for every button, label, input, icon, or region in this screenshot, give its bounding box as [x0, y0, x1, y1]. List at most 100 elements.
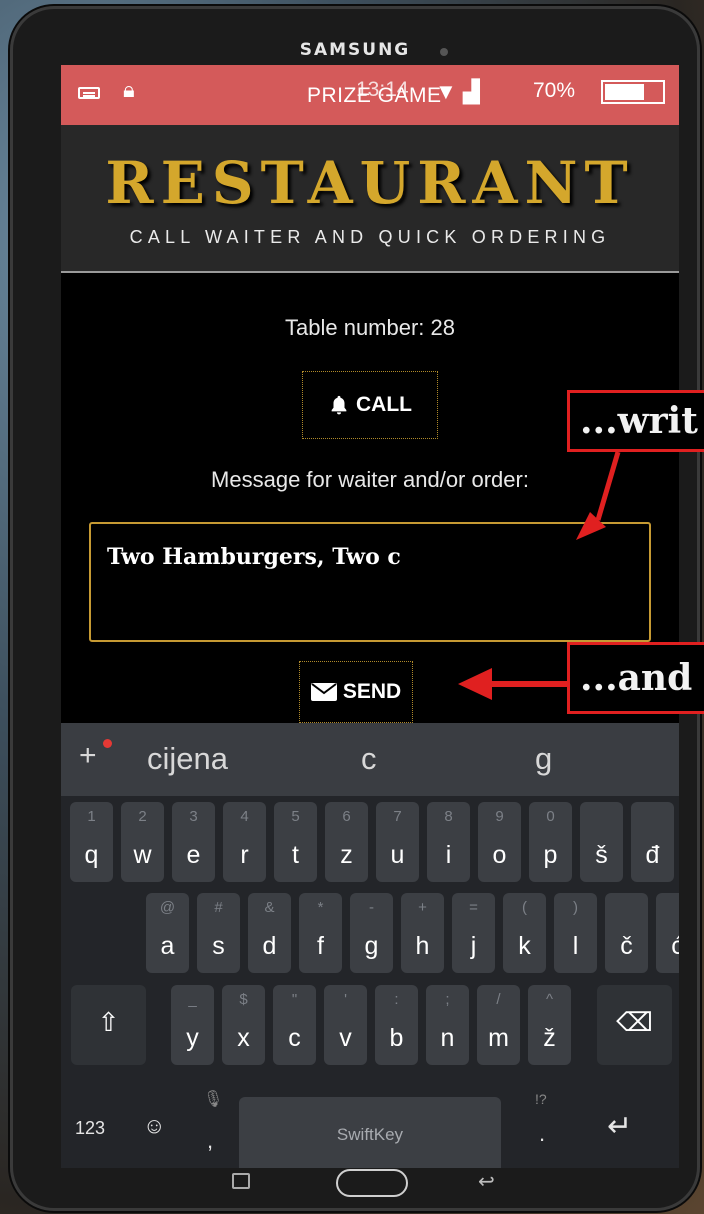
emoji-icon[interactable]: ☺ [143, 1113, 165, 1139]
notification-dot [103, 739, 112, 748]
suggestion-item[interactable]: c [361, 741, 377, 777]
key-primary: k [518, 932, 531, 960]
key-secondary: ' [344, 991, 347, 1008]
message-label: Message for waiter and/or order: [211, 467, 529, 492]
recent-apps-icon[interactable] [232, 1173, 250, 1189]
key-secondary: 9 [495, 808, 504, 825]
call-button-label: CALL [356, 393, 412, 416]
key-primary: g [364, 932, 379, 960]
key-j[interactable]: = j [452, 893, 495, 973]
soft-keyboard: + cijena c g 1q2w3e4r5t6z7u8i9o0pšđ @ a # s… [61, 723, 679, 1168]
lock-icon: 🔒︎ [123, 77, 135, 102]
status-time: 13:14 [356, 78, 409, 101]
callout-write: ...writ [567, 390, 704, 452]
tablet-frame: SAMSUNG 🔒︎ PRIZE GAME 13:14 ▼ ▟ 70% REST… [10, 6, 700, 1211]
signal-icons: ▼ ▟ [435, 79, 480, 105]
key-primary: l [572, 932, 579, 960]
plus-icon[interactable]: + [79, 739, 97, 773]
key-t[interactable]: 5t [274, 802, 317, 882]
key-i[interactable]: 8i [427, 802, 470, 882]
key-b[interactable]: :b [375, 985, 418, 1065]
period-secondary: !? [535, 1091, 547, 1107]
send-button-label: SEND [342, 680, 402, 703]
key-n[interactable]: ; n [426, 985, 469, 1065]
home-button[interactable] [336, 1169, 408, 1197]
key-primary: a [160, 932, 175, 960]
suggestion-item[interactable]: cijena [147, 741, 228, 777]
key-a[interactable]: @ a [146, 893, 189, 973]
key-g[interactable]: -g [350, 893, 393, 973]
key-m[interactable]: / m [477, 985, 520, 1065]
key-q[interactable]: 1q [70, 802, 113, 882]
key-đ[interactable]: đ [631, 802, 674, 882]
key-o[interactable]: 9o [478, 802, 521, 882]
key-primary: c [288, 1024, 301, 1052]
key-primary: x [237, 1024, 250, 1052]
message-input[interactable]: Two Hamburgers, Two c [89, 522, 651, 642]
key-y[interactable]: _ y [171, 985, 214, 1065]
key-primary: i [445, 841, 452, 869]
key-h[interactable]: + h [401, 893, 444, 973]
key-secondary: ( [522, 899, 527, 916]
key-e[interactable]: 3e [172, 802, 215, 882]
key-š[interactable]: š [580, 802, 623, 882]
bell-icon [331, 395, 347, 415]
key-primary: š [595, 841, 608, 869]
back-icon[interactable]: ↩ [478, 1169, 495, 1194]
key-č[interactable]: č [605, 893, 648, 973]
suggestion-item[interactable]: g [535, 741, 552, 777]
key-secondary: $ [239, 991, 248, 1008]
key-primary: y [186, 1024, 199, 1052]
key-r[interactable]: 4r [223, 802, 266, 882]
numbers-key[interactable]: 123 [75, 1118, 105, 1139]
key-primary: ž [543, 1024, 556, 1052]
key-p[interactable]: 0p [529, 802, 572, 882]
key-z[interactable]: 6z [325, 802, 368, 882]
key-v[interactable]: ' v [324, 985, 367, 1065]
keyboard-icon [78, 87, 100, 99]
key-c[interactable]: " c [273, 985, 316, 1065]
enter-icon[interactable]: ↵ [607, 1109, 632, 1144]
message-input-value: Two Hamburgers, Two c [107, 544, 401, 570]
key-k[interactable]: (k [503, 893, 546, 973]
key-ć[interactable]: ć [656, 893, 679, 973]
key-secondary: " [291, 991, 298, 1008]
shift-icon: ⇧ [97, 1007, 120, 1037]
key-primary: z [340, 841, 353, 869]
key-secondary: = [469, 899, 478, 916]
backspace-key[interactable]: ⌫ [597, 985, 672, 1065]
key-w[interactable]: 2w [121, 802, 164, 882]
key-d[interactable]: & d [248, 893, 291, 973]
key-primary: m [488, 1024, 509, 1052]
call-button[interactable]: CALL [302, 371, 438, 439]
send-button[interactable]: SEND [299, 661, 413, 723]
key-row-1: 1q2w3e4r5t6z7u8i9o0pšđ [61, 802, 679, 882]
key-x[interactable]: $ x [222, 985, 265, 1065]
key-secondary: & [264, 899, 275, 916]
period-key[interactable]: . [539, 1121, 545, 1147]
screen: 🔒︎ PRIZE GAME 13:14 ▼ ▟ 70% RESTAURANT C… [61, 65, 679, 1168]
key-primary: f [317, 932, 324, 960]
key-u[interactable]: 7u [376, 802, 419, 882]
key-secondary: 5 [291, 808, 300, 825]
space-bar[interactable]: SwiftKey [239, 1097, 501, 1168]
shift-key[interactable]: ⇧ [71, 985, 146, 1065]
suggestion-bar: + cijena c g [61, 723, 679, 796]
key-f[interactable]: * f [299, 893, 342, 973]
key-primary: s [212, 932, 225, 960]
signal-icon: ▟ [462, 79, 480, 104]
key-s[interactable]: # s [197, 893, 240, 973]
key-secondary: + [418, 899, 427, 916]
key-secondary: 2 [138, 808, 147, 825]
key-secondary: 8 [444, 808, 453, 825]
key-l[interactable]: ) l [554, 893, 597, 973]
key-secondary: 3 [189, 808, 198, 825]
key-primary: o [492, 841, 507, 869]
page-subtitle: CALL WAITER AND QUICK ORDERING [129, 227, 611, 247]
battery-icon [601, 80, 665, 104]
comma-key[interactable]: , [207, 1128, 213, 1154]
key-primary: p [543, 841, 558, 869]
key-secondary: 7 [393, 808, 402, 825]
key-secondary: 6 [342, 808, 351, 825]
key-ž[interactable]: ^ ž [528, 985, 571, 1065]
